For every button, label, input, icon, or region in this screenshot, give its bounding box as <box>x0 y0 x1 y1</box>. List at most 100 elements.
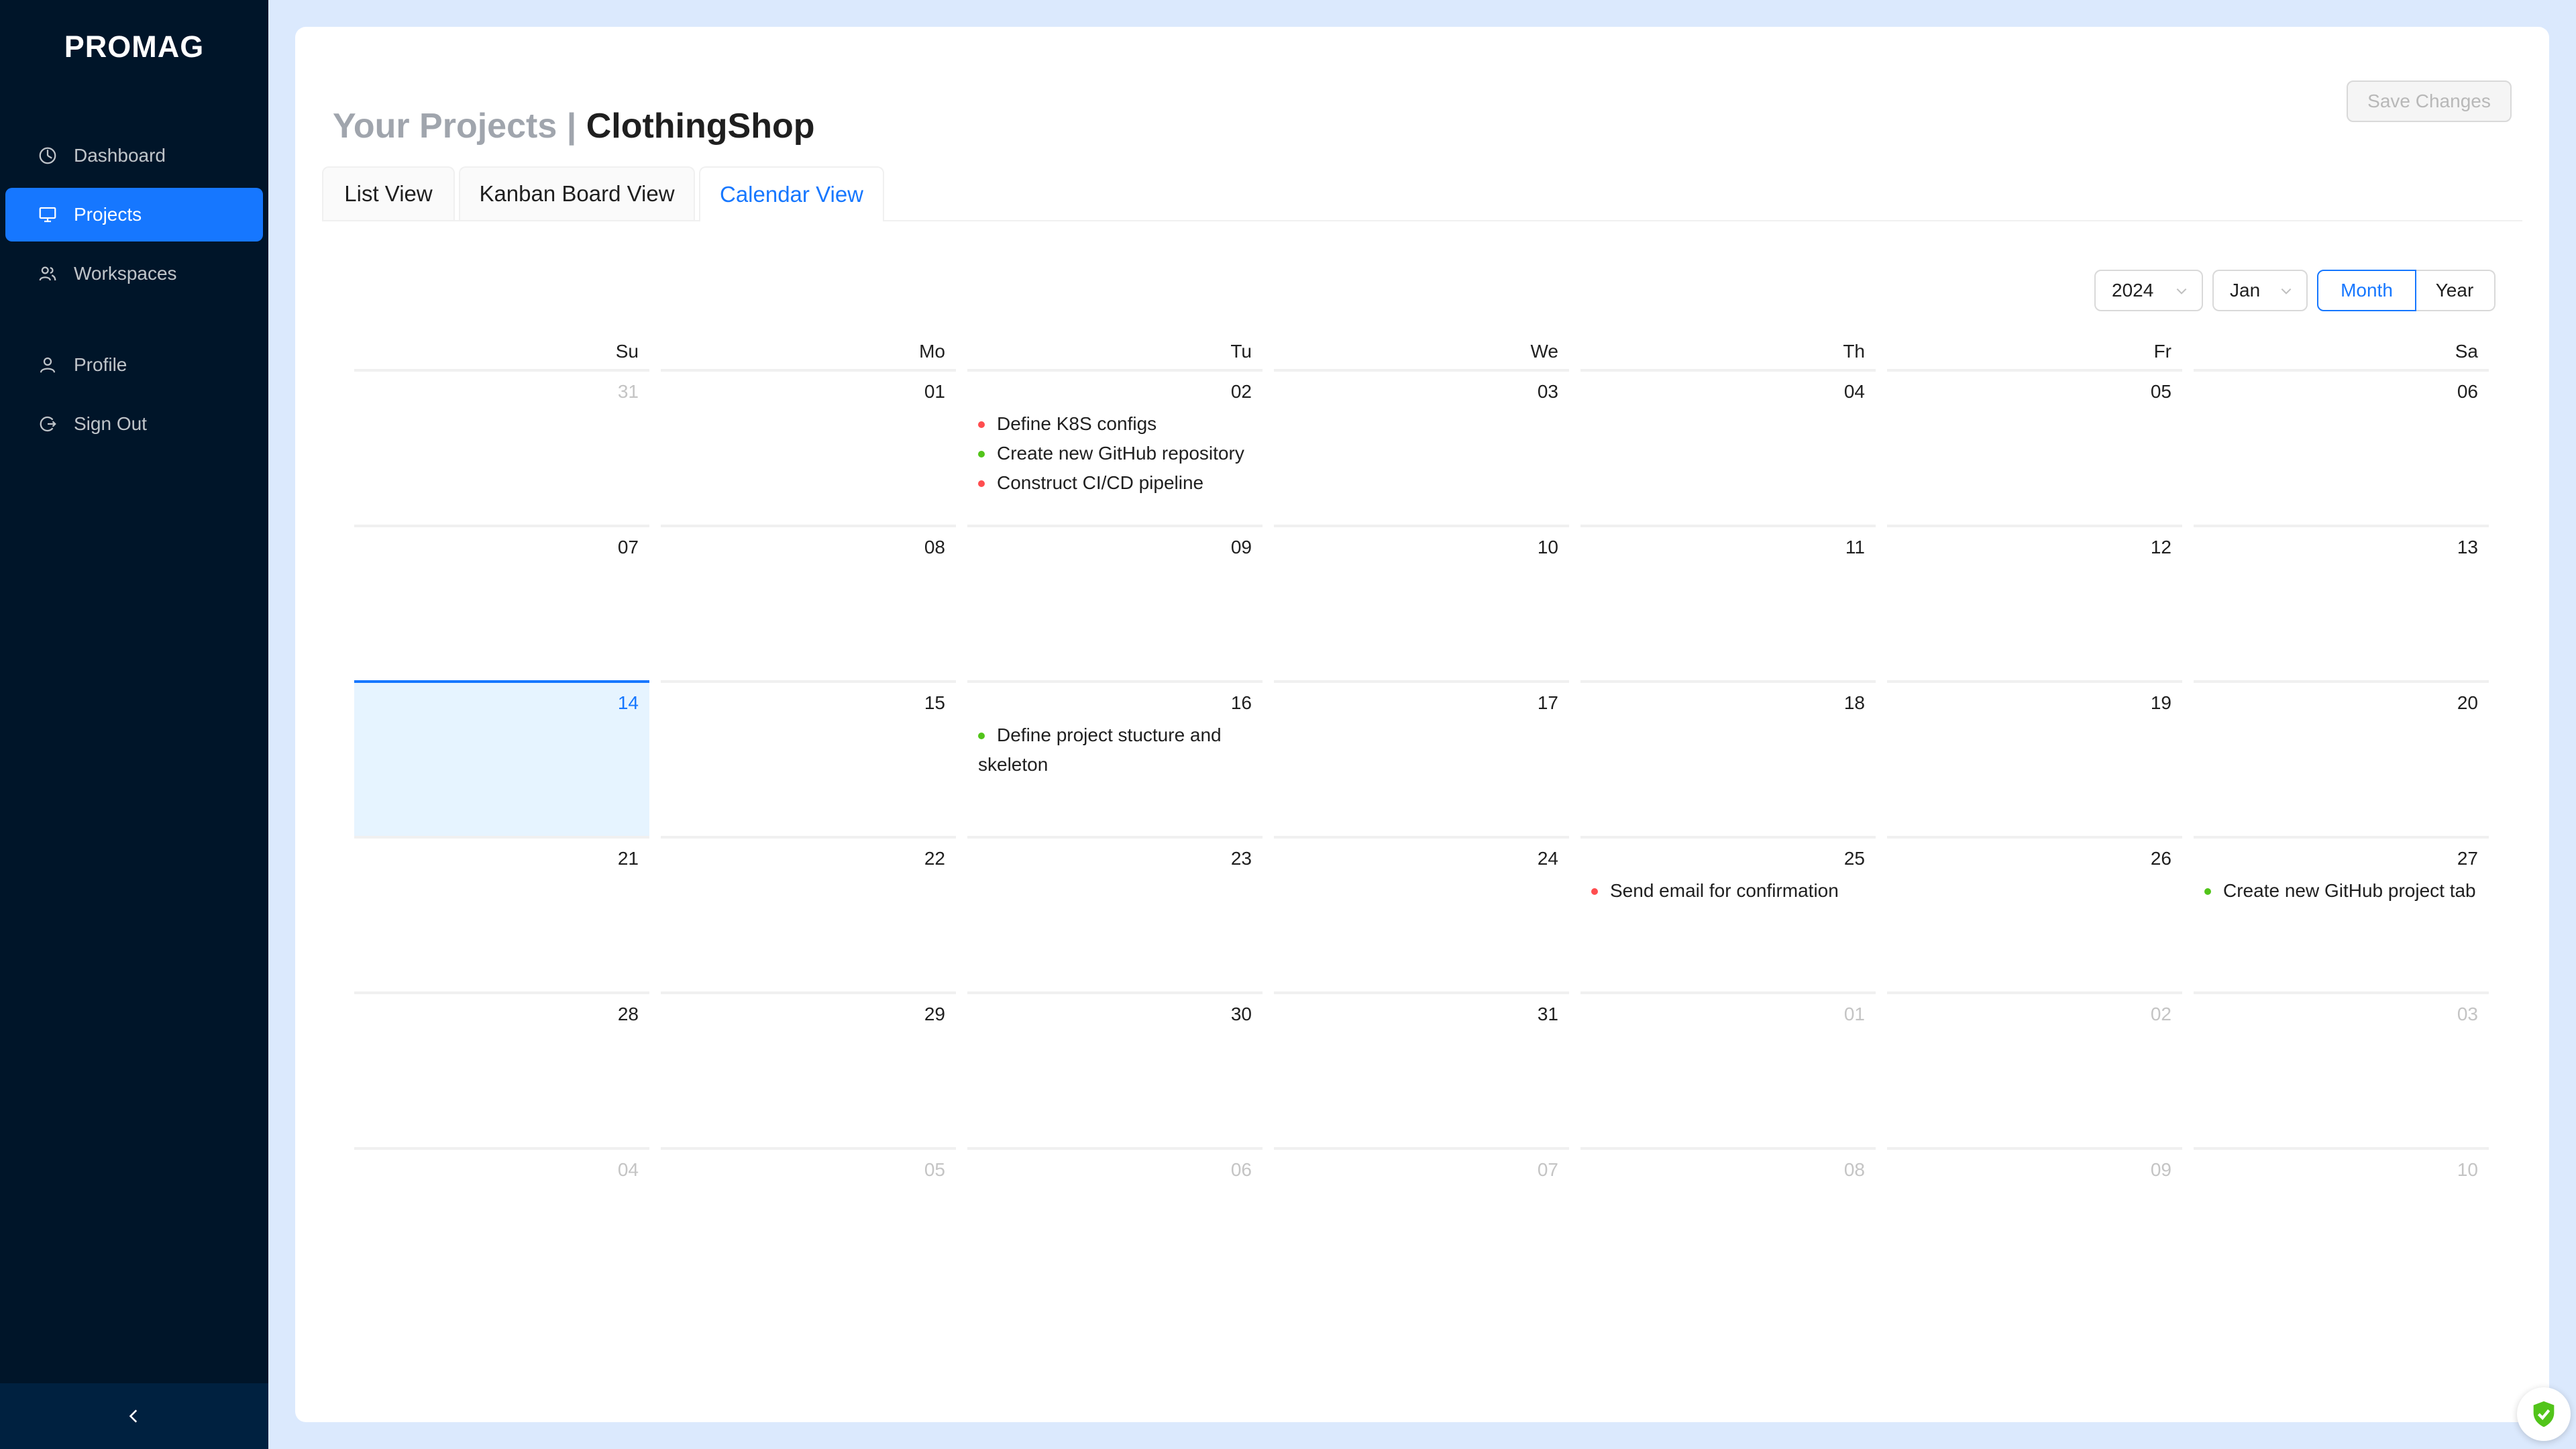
day-number: 21 <box>617 848 639 869</box>
month-select-value: Jan <box>2230 280 2261 301</box>
calendar-event[interactable]: Construct CI/CD pipeline <box>978 468 1252 498</box>
page-title: Your Projects | ClothingShop <box>333 106 815 146</box>
security-badge[interactable] <box>2517 1387 2571 1441</box>
event-status-dot <box>978 480 985 487</box>
event-list: Define K8S configs Create new GitHub repo… <box>978 409 1252 498</box>
day-number: 04 <box>1843 381 1865 402</box>
calendar-day-cell[interactable]: 17 <box>1274 680 1569 836</box>
sidebar-item-projects[interactable]: Projects <box>5 188 263 241</box>
calendar-day-cell[interactable]: 11 <box>1580 525 1876 680</box>
event-status-dot <box>1591 888 1598 895</box>
calendar-day-cell[interactable]: 08 <box>1580 1147 1876 1303</box>
calendar-day-cell[interactable]: 18 <box>1580 680 1876 836</box>
calendar-day-cell[interactable]: 10 <box>2194 1147 2489 1303</box>
event-text: Define project stucture and skeleton <box>978 724 1222 775</box>
user-icon <box>38 355 58 375</box>
tab-kanban-board-view[interactable]: Kanban Board View <box>459 166 695 220</box>
calendar-day-cell[interactable]: 01 <box>661 369 956 525</box>
calendar-day-cell[interactable]: 07 <box>1274 1147 1569 1303</box>
day-number: 09 <box>1230 537 1252 557</box>
calendar-day-cell[interactable]: 26 <box>1887 836 2182 991</box>
logout-icon <box>38 414 58 434</box>
calendar-day-cell[interactable]: 07 <box>354 525 649 680</box>
mode-month-button[interactable]: Month <box>2317 270 2416 311</box>
calendar-day-cell[interactable]: 31 <box>354 369 649 525</box>
project-name: ClothingShop <box>586 107 815 146</box>
day-number: 05 <box>2150 381 2171 402</box>
calendar-day-cell[interactable]: 22 <box>661 836 956 991</box>
day-number: 17 <box>1537 692 1558 713</box>
calendar-event[interactable]: Define K8S configs <box>978 409 1252 439</box>
calendar-day-cell[interactable]: 13 <box>2194 525 2489 680</box>
calendar-day-cell[interactable]: 10 <box>1274 525 1569 680</box>
day-number: 23 <box>1230 848 1252 869</box>
event-text: Create new GitHub project tab <box>2223 880 2476 901</box>
view-tabs: List View Kanban Board View Calendar Vie… <box>322 166 2522 221</box>
calendar-event[interactable]: Send email for confirmation <box>1591 876 1865 906</box>
calendar-day-cell[interactable]: 28 <box>354 991 649 1147</box>
calendar-day-cell[interactable]: 16 Define project stucture and skeleton <box>967 680 1263 836</box>
app-logo: PROMAG <box>64 30 205 64</box>
calendar-day-cell[interactable]: 06 <box>967 1147 1263 1303</box>
calendar-day-cell[interactable]: 05 <box>1887 369 2182 525</box>
calendar-day-cell[interactable]: 19 <box>1887 680 2182 836</box>
calendar-day-cell[interactable]: 08 <box>661 525 956 680</box>
day-number: 29 <box>924 1004 945 1024</box>
calendar-day-cell[interactable]: 05 <box>661 1147 956 1303</box>
save-changes-button[interactable]: Save Changes <box>2347 80 2512 122</box>
sidebar-item-profile[interactable]: Profile <box>5 338 263 392</box>
day-number: 12 <box>2150 537 2171 557</box>
day-number: 02 <box>2150 1004 2171 1024</box>
weekday-header: Tu <box>1230 341 1252 362</box>
mode-year-button[interactable]: Year <box>2415 270 2496 311</box>
calendar-event[interactable]: Define project stucture and skeleton <box>978 720 1252 780</box>
tab-calendar-view[interactable]: Calendar View <box>699 166 884 221</box>
dashboard-icon <box>38 146 58 166</box>
month-select[interactable]: Jan <box>2212 270 2308 311</box>
year-select[interactable]: 2024 <box>2094 270 2203 311</box>
sidebar-collapse-button[interactable] <box>0 1383 268 1449</box>
day-number: 28 <box>617 1004 639 1024</box>
event-list: Define project stucture and skeleton <box>978 720 1252 780</box>
calendar-day-cell-today[interactable]: 14 <box>354 680 649 836</box>
calendar-day-cell[interactable]: 01 <box>1580 991 1876 1147</box>
calendar-event[interactable]: Create new GitHub project tab <box>2204 876 2478 906</box>
calendar-day-cell[interactable]: 09 <box>1887 1147 2182 1303</box>
sidebar-item-label: Dashboard <box>74 145 166 166</box>
calendar-day-cell[interactable]: 03 <box>2194 991 2489 1147</box>
calendar-day-cell[interactable]: 06 <box>2194 369 2489 525</box>
calendar-day-cell[interactable]: 02 Define K8S configs Create new GitHub re… <box>967 369 1263 525</box>
calendar-day-cell[interactable]: 02 <box>1887 991 2182 1147</box>
calendar-day-cell[interactable]: 15 <box>661 680 956 836</box>
day-number: 15 <box>924 692 945 713</box>
day-number: 25 <box>1843 848 1865 869</box>
day-number: 06 <box>1230 1159 1252 1180</box>
sidebar-item-workspaces[interactable]: Workspaces <box>5 247 263 301</box>
calendar-day-cell[interactable]: 23 <box>967 836 1263 991</box>
tab-list-view[interactable]: List View <box>322 166 455 220</box>
calendar-day-cell[interactable]: 09 <box>967 525 1263 680</box>
day-number: 19 <box>2150 692 2171 713</box>
calendar-day-cell[interactable]: 29 <box>661 991 956 1147</box>
calendar-day-cell[interactable]: 27 Create new GitHub project tab <box>2194 836 2489 991</box>
day-number: 22 <box>924 848 945 869</box>
calendar-event[interactable]: Create new GitHub repository <box>978 439 1252 468</box>
chevron-down-icon <box>2281 288 2292 294</box>
sidebar-item-dashboard[interactable]: Dashboard <box>5 129 263 182</box>
event-status-dot <box>978 451 985 458</box>
calendar-day-cell[interactable]: 04 <box>1580 369 1876 525</box>
calendar-day-cell[interactable]: 04 <box>354 1147 649 1303</box>
calendar-day-cell[interactable]: 30 <box>967 991 1263 1147</box>
calendar-day-cell[interactable]: 03 <box>1274 369 1569 525</box>
calendar-day-cell[interactable]: 21 <box>354 836 649 991</box>
calendar-day-cell[interactable]: 12 <box>1887 525 2182 680</box>
calendar-day-cell[interactable]: 20 <box>2194 680 2489 836</box>
calendar-day-cell[interactable]: 31 <box>1274 991 1569 1147</box>
day-number: 16 <box>1230 692 1252 713</box>
day-number: 24 <box>1537 848 1558 869</box>
calendar-day-cell[interactable]: 25 Send email for confirmation <box>1580 836 1876 991</box>
sidebar: PROMAG Dashboard Projects Workspaces Pro… <box>0 0 268 1449</box>
team-icon <box>38 264 58 284</box>
sidebar-item-sign-out[interactable]: Sign Out <box>5 397 263 451</box>
calendar-day-cell[interactable]: 24 <box>1274 836 1569 991</box>
